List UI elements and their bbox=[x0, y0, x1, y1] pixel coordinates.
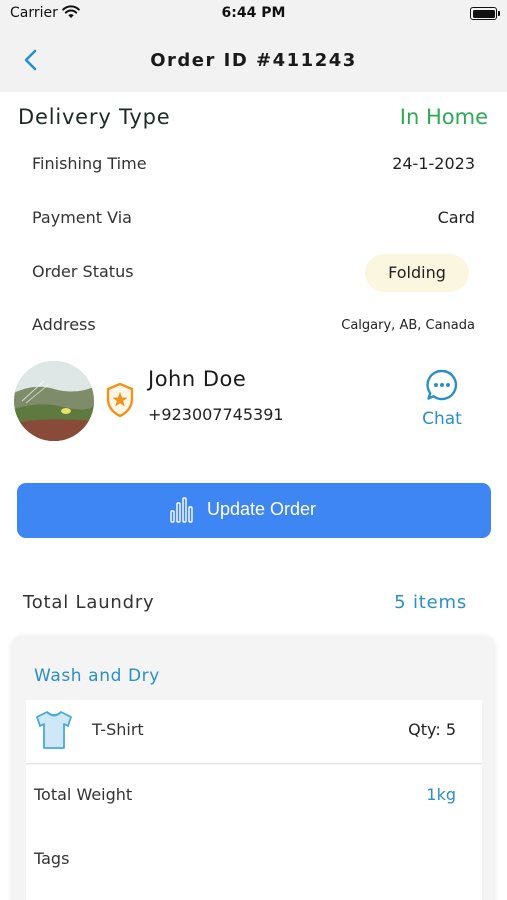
service-title: Wash and Dry bbox=[34, 666, 160, 686]
total-laundry-count: 5 items bbox=[394, 592, 467, 613]
payment-via-label: Payment Via bbox=[32, 208, 132, 227]
tshirt-icon bbox=[36, 711, 72, 749]
total-laundry-label: Total Laundry bbox=[23, 592, 155, 613]
address-row: Address Calgary, AB, Canada bbox=[32, 315, 475, 339]
update-order-button[interactable]: Update Order bbox=[17, 483, 491, 538]
customer-name: John Doe bbox=[148, 367, 247, 391]
payment-row: Payment Via Card bbox=[32, 208, 475, 232]
chat-bubble-icon[interactable] bbox=[425, 368, 459, 402]
total-weight-value: 1kg bbox=[426, 785, 456, 804]
shield-star-icon bbox=[106, 382, 134, 418]
tags-label: Tags bbox=[34, 849, 70, 868]
order-status-label: Order Status bbox=[32, 262, 134, 281]
customer-phone: +923007745391 bbox=[148, 405, 284, 424]
item-name: T-Shirt bbox=[92, 720, 144, 739]
chat-button-label[interactable]: Chat bbox=[415, 409, 469, 429]
finishing-time-label: Finishing Time bbox=[32, 154, 147, 173]
finishing-time-value: 24-1-2023 bbox=[392, 154, 475, 173]
status-time: 6:44 PM bbox=[221, 5, 286, 21]
battery-icon bbox=[470, 7, 500, 20]
bar-chart-icon bbox=[170, 497, 193, 523]
order-status-badge: Folding bbox=[365, 254, 469, 292]
customer-avatar bbox=[14, 361, 94, 441]
delivery-type-label: Delivery Type bbox=[18, 105, 171, 129]
total-weight-label: Total Weight bbox=[34, 785, 133, 804]
payment-via-value: Card bbox=[437, 208, 475, 227]
delivery-type-value: In Home bbox=[399, 105, 488, 129]
address-label: Address bbox=[32, 315, 96, 334]
finishing-time-row: Finishing Time 24-1-2023 bbox=[32, 154, 475, 178]
service-card: Wash and Dry T-Shirt Qty: 5 Total Weight… bbox=[12, 636, 494, 900]
status-bar: Carrier 6:44 PM bbox=[0, 0, 507, 28]
list-item: T-Shirt Qty: 5 bbox=[26, 700, 482, 764]
nav-bar: Order ID #411243 bbox=[0, 28, 507, 92]
item-quantity: Qty: 5 bbox=[408, 720, 456, 739]
update-order-label: Update Order bbox=[207, 499, 317, 519]
page-title: Order ID #411243 bbox=[150, 50, 357, 71]
address-value: Calgary, AB, Canada bbox=[341, 318, 475, 333]
service-details: Total Weight 1kg Tags bbox=[26, 765, 482, 900]
